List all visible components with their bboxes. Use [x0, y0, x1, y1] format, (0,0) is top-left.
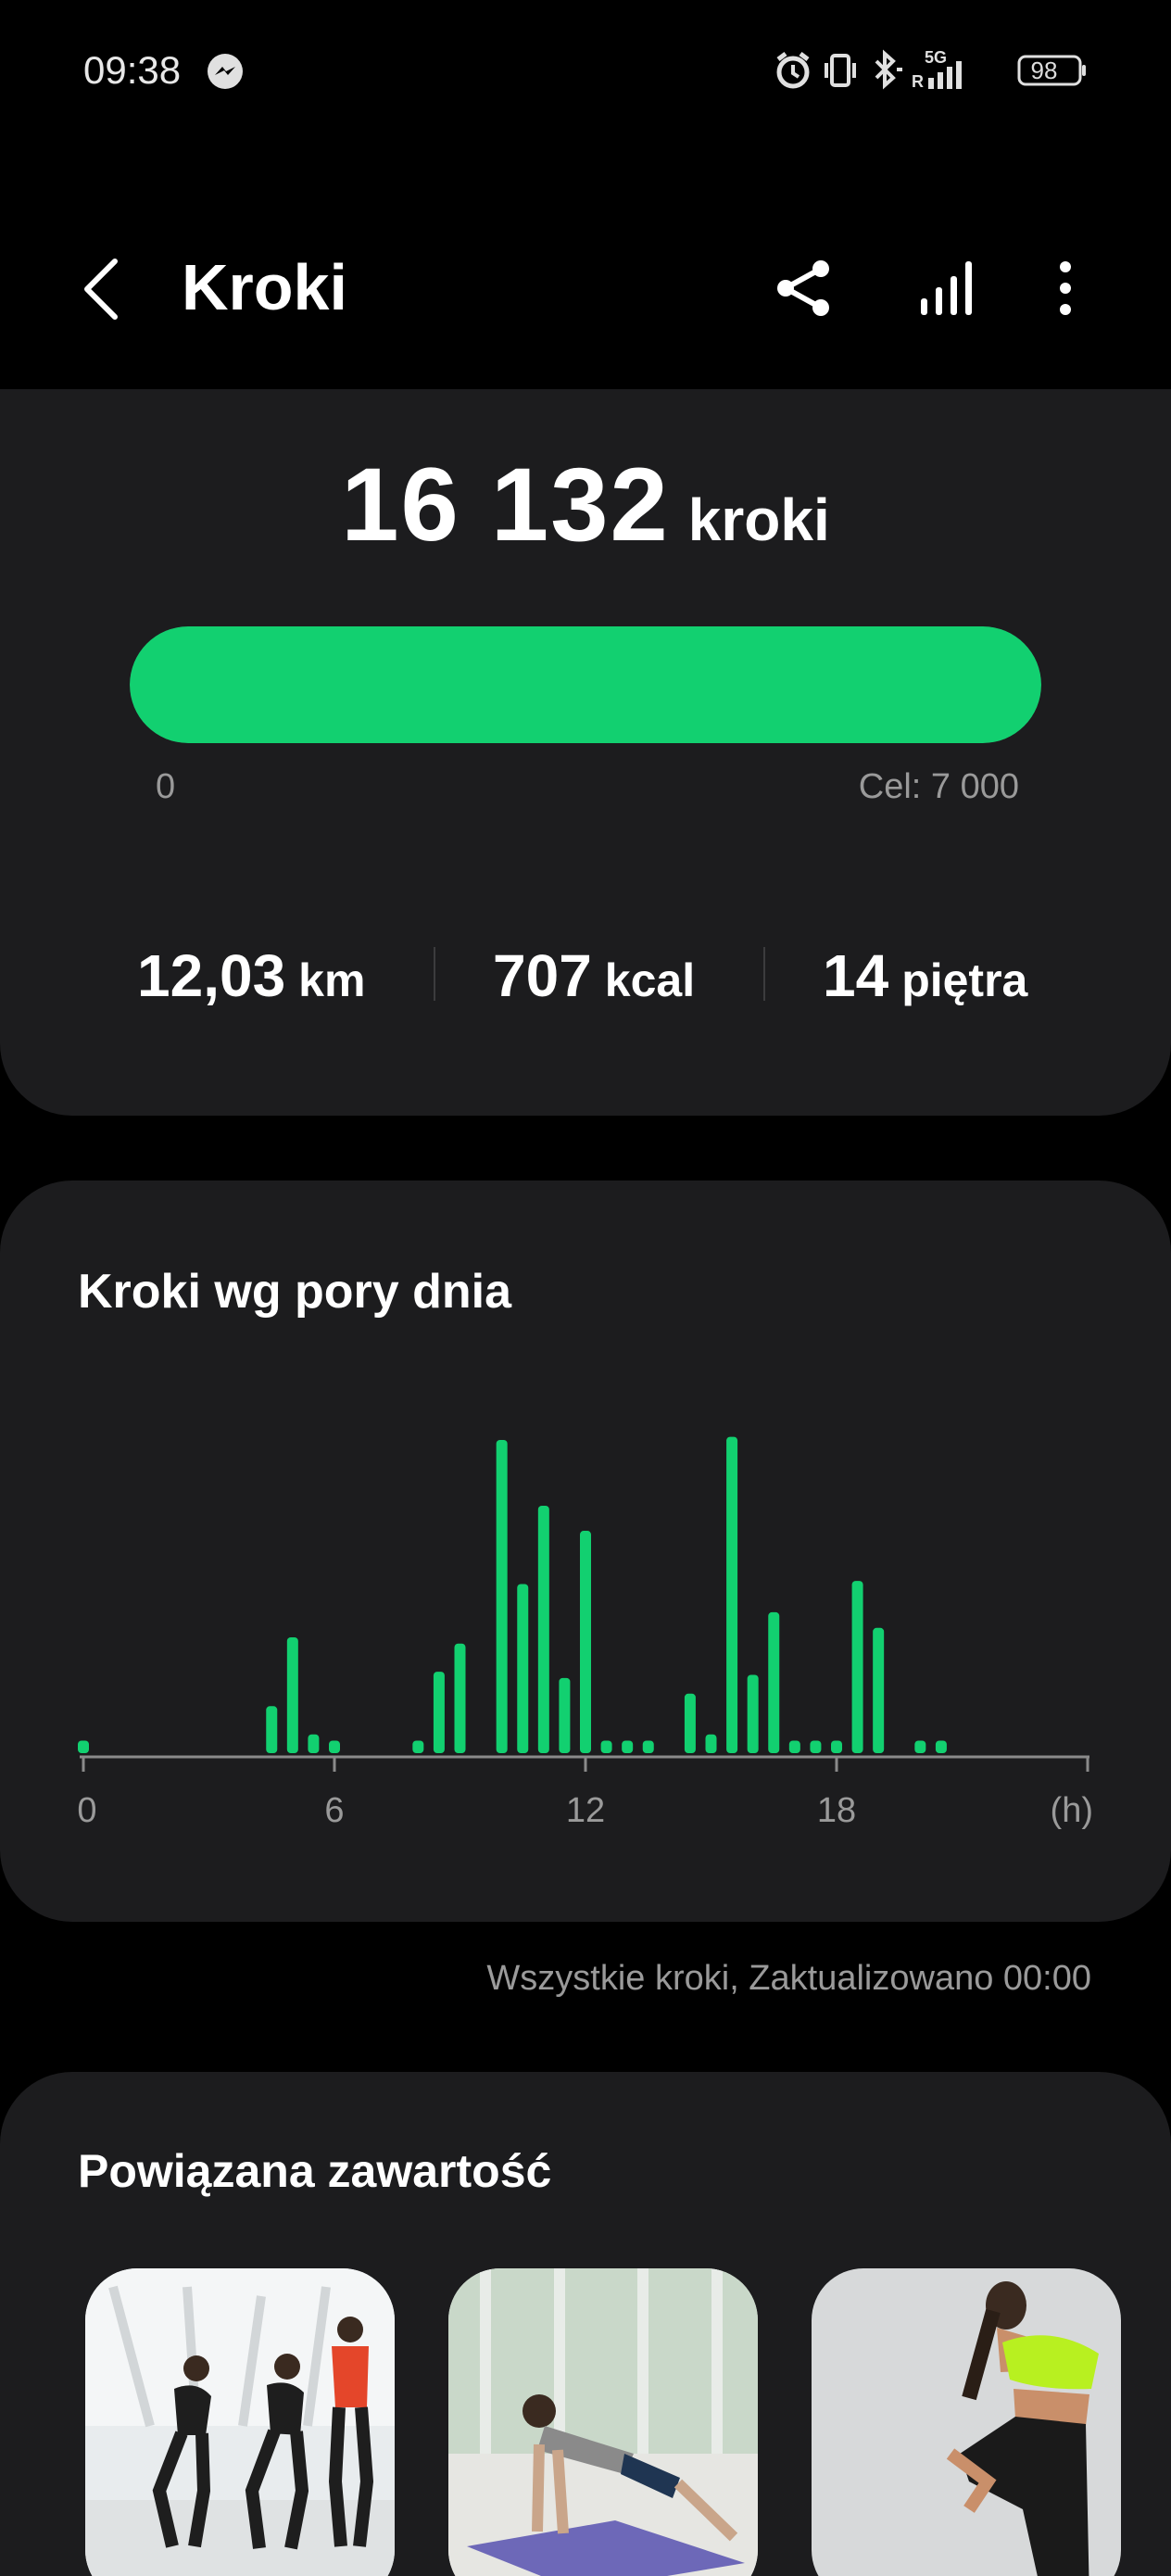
messenger-icon	[208, 54, 243, 89]
progress-min-label: 0	[156, 767, 176, 806]
chart-bar	[810, 1740, 822, 1753]
x-axis-label: (h)	[1051, 1791, 1093, 1830]
steps-unit: kroki	[687, 486, 830, 553]
pushup-image	[448, 2268, 758, 2576]
svg-text:5G: 5G	[925, 48, 947, 67]
chart-bar	[433, 1672, 445, 1753]
thumb-group-stretch[interactable]	[85, 2268, 395, 2576]
calories-unit: kcal	[604, 954, 696, 1006]
distance-value: 12,03	[137, 942, 286, 1009]
progress-goal-label: Cel: 7 000	[858, 767, 1019, 806]
chart-bar	[935, 1740, 947, 1753]
chart-bar	[286, 1636, 298, 1753]
steps-by-time-chart: 0 6 12 18 (h)	[77, 1436, 1093, 1830]
chart-bar	[412, 1740, 424, 1753]
chart-bar	[788, 1740, 800, 1753]
floors-value: 14	[823, 942, 889, 1009]
alarm-icon	[776, 52, 810, 89]
x-tick-label: 18	[817, 1791, 856, 1830]
svg-text:R: R	[912, 72, 924, 91]
distance-metric: 12,03 km	[137, 941, 365, 1025]
chart-bar	[600, 1740, 612, 1753]
status-time: 09:38	[83, 48, 182, 92]
steps-summary-card: 16 132 kroki 0 Cel: 7 000 12,03 km 707 kcal…	[0, 389, 1171, 1116]
steps-count: 16 132	[341, 447, 670, 562]
chart-bar	[768, 1611, 780, 1753]
chart-bar	[266, 1706, 278, 1753]
update-footnote: Wszystkie kroki, Zaktualizowano 00:00	[486, 1959, 1091, 1998]
metric-divider	[434, 947, 435, 1001]
floors-unit: piętra	[901, 954, 1028, 1006]
chart-bar	[329, 1740, 340, 1753]
screen: 09:38 5G R 98 Kroki 16 132 kroki 0 Cel: …	[0, 0, 1171, 2576]
calories-value: 707	[493, 942, 592, 1009]
floors-metric: 14 piętra	[823, 941, 1027, 1025]
related-title: Powiązana zawartość	[78, 2145, 552, 2197]
battery-level: 98	[1030, 57, 1058, 84]
quad-stretch-image	[812, 2268, 1121, 2576]
chart-bar	[622, 1740, 634, 1753]
chart-bar	[873, 1627, 885, 1753]
chart-bar	[454, 1643, 466, 1753]
x-tick-label: 12	[566, 1791, 605, 1830]
chart-bar	[580, 1531, 591, 1753]
share-button[interactable]	[771, 256, 836, 321]
signal-icon: 5G R	[912, 48, 962, 91]
thumb-pushup[interactable]	[448, 2268, 758, 2576]
group-stretch-image	[85, 2268, 395, 2576]
chart-bar	[705, 1734, 717, 1753]
app-bar: Kroki	[0, 222, 1171, 352]
metric-divider	[763, 947, 765, 1001]
x-tick-label: 6	[324, 1791, 344, 1830]
chart-bar	[831, 1740, 842, 1753]
status-bar: 09:38 5G R 98	[0, 0, 1171, 139]
steps-progress-fill	[130, 626, 1041, 743]
vibrate-icon	[825, 54, 856, 87]
chart-bar	[747, 1674, 759, 1753]
trends-button[interactable]	[912, 256, 976, 321]
x-tick-label: 0	[77, 1791, 96, 1830]
chart-bar	[308, 1734, 320, 1753]
steps-total: 16 132 kroki	[0, 445, 1171, 564]
chart-bar	[684, 1693, 696, 1753]
distance-unit: km	[298, 954, 366, 1006]
chart-bar	[78, 1740, 89, 1753]
chart-bar	[537, 1505, 549, 1753]
chart-bar	[914, 1740, 926, 1753]
chart-bar	[517, 1584, 529, 1753]
calories-metric: 707 kcal	[493, 941, 695, 1025]
chart-bar	[726, 1436, 738, 1753]
chart-bar	[642, 1740, 654, 1753]
chart-bar	[851, 1581, 863, 1753]
related-content-card: Powiązana zawartość	[0, 2072, 1171, 2576]
chart-bar	[496, 1440, 508, 1753]
bluetooth-icon	[875, 49, 902, 90]
steps-progress-bar	[130, 626, 1041, 743]
more-options-button[interactable]	[1047, 256, 1084, 321]
chart-bar	[559, 1677, 571, 1753]
steps-by-time-card: Kroki wg pory dnia 0 6 12 18 (h)	[0, 1181, 1171, 1922]
back-button[interactable]	[74, 252, 130, 326]
page-title: Kroki	[182, 251, 347, 323]
thumb-quad-stretch[interactable]	[812, 2268, 1121, 2576]
